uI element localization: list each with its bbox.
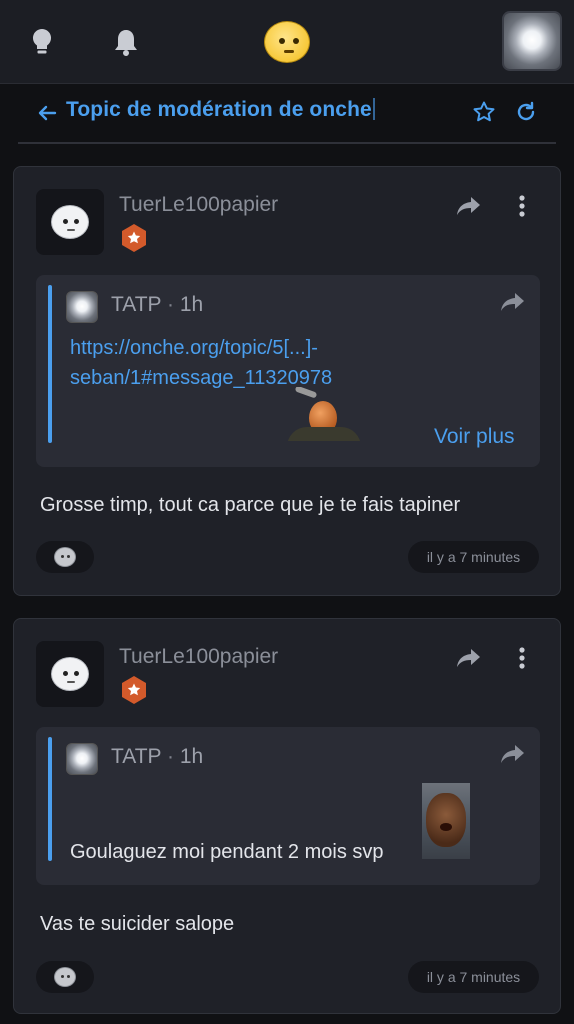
quote-author-avatar xyxy=(66,743,98,775)
post-timestamp: il y a 7 minutes xyxy=(408,541,539,573)
star-icon[interactable] xyxy=(470,98,498,126)
face-eye xyxy=(67,975,70,978)
thumb-face xyxy=(426,793,466,847)
post-author[interactable]: TuerLe100papier xyxy=(119,645,278,669)
more-vert-icon[interactable] xyxy=(509,643,535,673)
share-icon[interactable] xyxy=(498,739,528,769)
star-badge-icon xyxy=(119,675,149,705)
quote-author: TATP · 1h xyxy=(111,745,203,769)
embedded-image-thumbnail[interactable] xyxy=(283,387,365,441)
topic-title: Topic de modération de onche xyxy=(66,98,375,122)
author-avatar[interactable] xyxy=(36,641,104,707)
quote-time: 1h xyxy=(179,745,204,768)
quoted-message[interactable]: TATP · 1h https://onche.org/topic/5[...]… xyxy=(36,275,540,467)
post-author[interactable]: TuerLe100papier xyxy=(119,193,278,217)
quote-bar xyxy=(48,737,52,861)
reaction-button[interactable] xyxy=(36,541,94,573)
see-more-link[interactable]: Voir plus xyxy=(434,425,515,449)
logo-eye-right xyxy=(293,38,299,44)
share-icon[interactable] xyxy=(498,287,528,317)
lightbulb-icon[interactable] xyxy=(22,22,62,62)
app-bar xyxy=(0,0,574,84)
post-body: Grosse timp, tout ca parce que je te fai… xyxy=(40,494,461,516)
logo-eye-left xyxy=(279,38,285,44)
quote-time: 1h xyxy=(179,293,204,316)
face-eye xyxy=(63,219,68,224)
share-icon[interactable] xyxy=(454,191,484,221)
thumb-object xyxy=(294,387,318,399)
reaction-face-icon xyxy=(54,967,76,987)
more-vert-icon[interactable] xyxy=(509,191,535,221)
quote-author-avatar xyxy=(66,291,98,323)
face-avatar-icon xyxy=(51,657,89,691)
face-eye xyxy=(67,555,70,558)
face-avatar-icon xyxy=(51,205,89,239)
quote-text: Goulaguez moi pendant 2 mois svp xyxy=(70,841,384,863)
face-eye xyxy=(74,671,79,676)
embedded-image-thumbnail[interactable] xyxy=(422,783,470,859)
post-card: TuerLe100papier TATP · 1h Goulaguez moi … xyxy=(13,618,561,1014)
topic-header: Topic de modération de onche xyxy=(18,86,556,144)
reaction-button[interactable] xyxy=(36,961,94,993)
star-badge-icon xyxy=(119,223,149,253)
quote-link[interactable]: https://onche.org/topic/5[...]-seban/1#m… xyxy=(70,333,390,393)
face-eye xyxy=(74,219,79,224)
quote-author-name: TATP xyxy=(111,745,162,768)
quoted-message[interactable]: TATP · 1h Goulaguez moi pendant 2 mois s… xyxy=(36,727,540,885)
author-avatar[interactable] xyxy=(36,189,104,255)
thumb-mouth xyxy=(440,823,452,831)
quote-bar xyxy=(48,285,52,443)
topic-title-text: Topic de modération de onche xyxy=(66,98,372,121)
thumb-body xyxy=(287,427,361,441)
text-caret xyxy=(372,98,375,120)
post-card: TuerLe100papier TATP · 1h https://onche.… xyxy=(13,166,561,596)
reaction-face-icon xyxy=(54,547,76,567)
post-timestamp: il y a 7 minutes xyxy=(408,961,539,993)
face-eye xyxy=(63,671,68,676)
logo-mouth xyxy=(284,50,294,53)
face-eye xyxy=(61,555,64,558)
face-mouth xyxy=(67,229,75,231)
refresh-icon[interactable] xyxy=(512,98,540,126)
separator-dot: · xyxy=(161,293,180,316)
separator-dot: · xyxy=(161,745,180,768)
user-avatar[interactable] xyxy=(502,11,562,71)
quote-author: TATP · 1h xyxy=(111,293,203,317)
bell-icon[interactable] xyxy=(106,22,146,62)
onche-logo[interactable] xyxy=(264,21,310,63)
face-eye xyxy=(61,975,64,978)
face-mouth xyxy=(67,681,75,683)
back-arrow-icon[interactable] xyxy=(34,100,60,126)
post-body: Vas te suicider salope xyxy=(40,913,235,935)
quote-author-name: TATP xyxy=(111,293,162,316)
share-icon[interactable] xyxy=(454,643,484,673)
